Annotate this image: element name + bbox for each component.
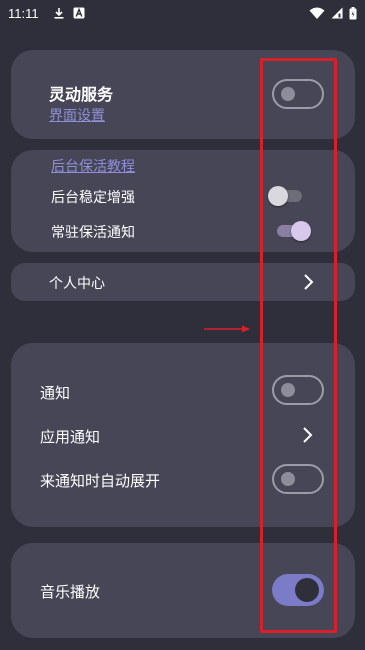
red-arrow-icon — [204, 325, 250, 333]
app-notification-label: 应用通知 — [40, 428, 101, 446]
signal-icon — [331, 7, 343, 19]
status-bar: 11:11 — [0, 0, 365, 26]
notification-a-icon — [73, 7, 85, 19]
battery-icon — [349, 6, 357, 19]
interface-settings-link[interactable]: 界面设置 — [49, 105, 105, 125]
background-stability-label: 后台稳定增强 — [51, 190, 135, 206]
music-playback-label: 音乐播放 — [40, 583, 101, 601]
keepalive-notification-label: 常驻保活通知 — [51, 225, 135, 241]
notification-label: 通知 — [40, 384, 71, 402]
keepalive-tutorial-link[interactable]: 后台保活教程 — [51, 156, 135, 176]
personal-center-label: 个人中心 — [49, 276, 105, 292]
service-title: 灵动服务 — [49, 85, 114, 104]
highlight-box — [260, 58, 337, 633]
auto-expand-label: 来通知时自动展开 — [40, 472, 161, 490]
wifi-icon — [309, 7, 325, 19]
status-time: 11:11 — [8, 5, 39, 21]
download-icon — [54, 8, 64, 19]
